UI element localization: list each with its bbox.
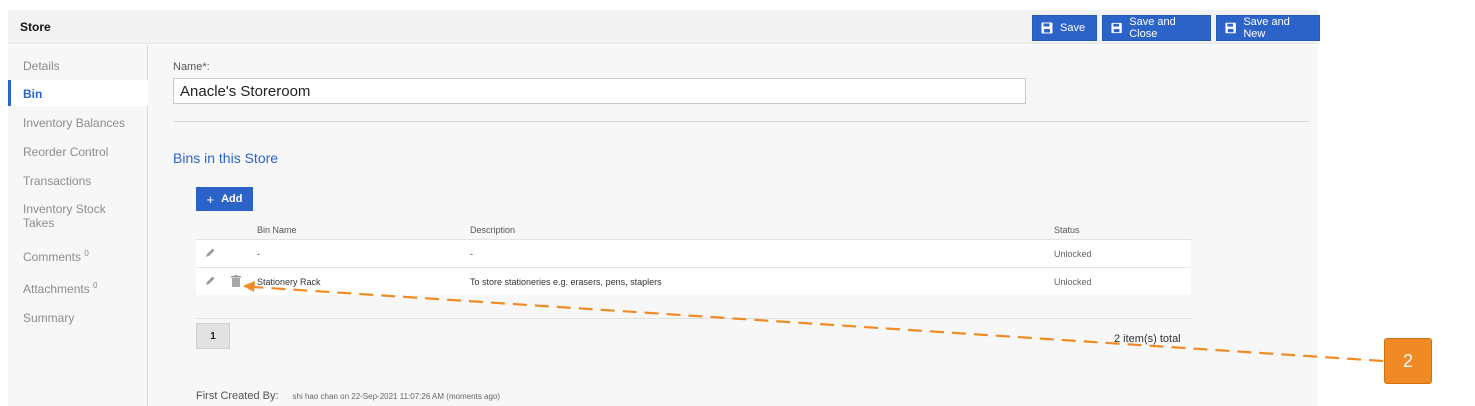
- created-by-label: First Created By:: [196, 390, 279, 402]
- page-1-button[interactable]: 1: [196, 323, 230, 349]
- trash-icon[interactable]: [231, 275, 241, 287]
- status-cell: Unlocked: [1054, 249, 1092, 259]
- table-bottom-border: [196, 318, 1191, 319]
- sidebar-item-label: Reorder Control: [23, 145, 109, 159]
- description-cell: To store stationeries e.g. erasers, pens…: [470, 277, 662, 287]
- save-button-label: Save: [1060, 22, 1086, 34]
- bin-name-cell: Stationery Rack: [257, 277, 321, 287]
- sidebar-item-summary[interactable]: Summary: [8, 311, 148, 325]
- sidebar-item-inventory-stock-takes[interactable]: Inventory Stock Takes: [8, 202, 118, 230]
- floppy-disk-icon: [1225, 22, 1236, 34]
- sidebar-item-label: Details: [23, 59, 60, 73]
- status-cell: Unlocked: [1054, 277, 1092, 287]
- save-and-new-button[interactable]: Save and New: [1216, 15, 1320, 41]
- main-content: Name*: Bins in this Store + Add Bin Name…: [148, 45, 1318, 406]
- items-total: 2 item(s) total: [1114, 333, 1181, 345]
- comments-count: 0: [84, 249, 89, 258]
- add-button-label: Add: [221, 193, 243, 205]
- description-cell: -: [470, 249, 473, 259]
- sidebar-item-reorder-control[interactable]: Reorder Control: [8, 145, 148, 159]
- page-title: Store: [20, 20, 51, 34]
- column-header-status[interactable]: Status: [1054, 225, 1080, 235]
- sidebar-item-label: Inventory Balances: [23, 116, 126, 130]
- sidebar-item-label: Bin: [23, 87, 43, 101]
- sidebar-item-bin[interactable]: Bin: [8, 80, 148, 106]
- pencil-icon[interactable]: [204, 275, 216, 287]
- bin-name-cell: -: [257, 249, 260, 259]
- table-row: Stationery Rack To store stationeries e.…: [196, 267, 1191, 295]
- sidebar-item-transactions[interactable]: Transactions: [8, 174, 148, 188]
- save-button[interactable]: Save: [1032, 15, 1097, 41]
- pencil-icon[interactable]: [204, 247, 216, 259]
- sidebar-item-comments[interactable]: Comments 0: [8, 249, 148, 264]
- save-and-close-button[interactable]: Save and Close: [1102, 15, 1211, 41]
- column-header-description[interactable]: Description: [470, 225, 515, 235]
- sidebar: Details Bin Inventory Balances Reorder C…: [8, 45, 148, 406]
- sidebar-item-label: Inventory Stock Takes: [23, 202, 106, 230]
- store-page: Store Save Save and Close Save and New D…: [0, 0, 1475, 406]
- floppy-disk-icon: [1041, 22, 1053, 34]
- save-and-close-label: Save and Close: [1129, 16, 1176, 40]
- sidebar-item-details[interactable]: Details: [8, 59, 148, 73]
- column-header-bin-name[interactable]: Bin Name: [257, 225, 297, 235]
- save-and-new-label: Save and New: [1243, 16, 1290, 40]
- sidebar-item-attachments[interactable]: Attachments 0: [8, 281, 148, 296]
- add-bin-button[interactable]: + Add: [196, 187, 253, 211]
- sidebar-item-label: Attachments: [23, 282, 90, 296]
- floppy-disk-icon: [1111, 22, 1122, 34]
- created-by-value: shi hao chan on 22-Sep-2021 11:07:26 AM …: [292, 392, 501, 401]
- attachments-count: 0: [93, 281, 98, 290]
- bins-section-title: Bins in this Store: [173, 150, 279, 166]
- sidebar-item-label: Comments: [23, 250, 82, 264]
- created-by-info: First Created By: shi hao chan on 22-Sep-…: [196, 390, 500, 402]
- divider: [173, 121, 1309, 122]
- plus-icon: +: [206, 191, 215, 207]
- name-label: Name*:: [173, 61, 210, 73]
- sidebar-item-inventory-balances[interactable]: Inventory Balances: [8, 116, 148, 130]
- sidebar-item-label: Transactions: [23, 174, 92, 188]
- callout-badge: 2: [1384, 338, 1432, 384]
- name-input[interactable]: [173, 78, 1026, 104]
- header-bar: Store Save Save and Close Save and New: [8, 10, 1320, 44]
- table-row: - - Unlocked: [196, 239, 1191, 267]
- sidebar-item-label: Summary: [23, 311, 75, 325]
